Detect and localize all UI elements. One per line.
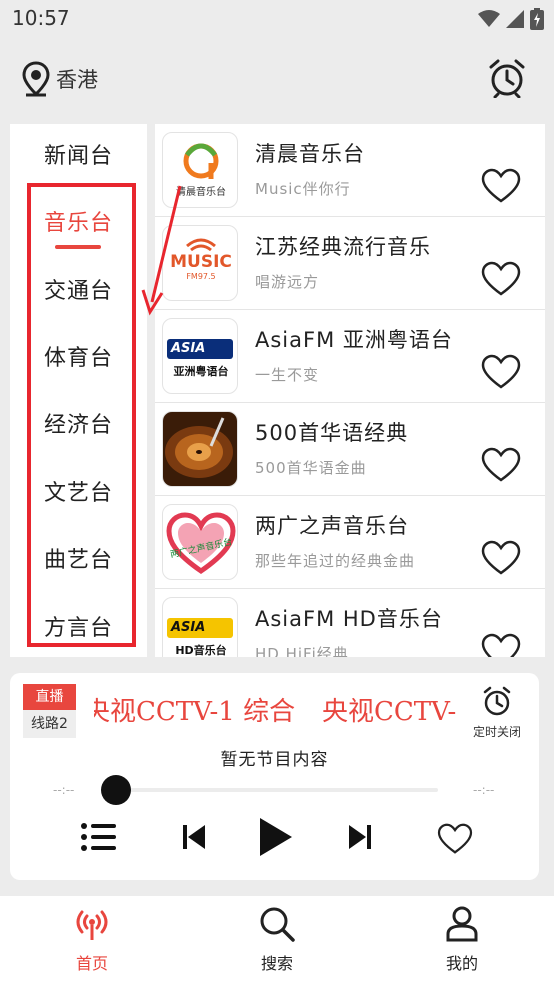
favorite-heart-icon[interactable] xyxy=(481,354,521,390)
radio-broadcast-icon xyxy=(76,910,108,940)
station-list: 清晨音乐台 清晨音乐台 Music伴你行 MUSIC FM97.5 江苏经典流行… xyxy=(155,124,545,657)
progress-knob[interactable] xyxy=(101,775,131,805)
favorite-heart-icon[interactable] xyxy=(481,633,521,657)
annotation-arrow xyxy=(141,185,182,316)
station-name: 清晨音乐台 xyxy=(255,142,365,166)
status-time: 10:57 xyxy=(12,6,70,30)
favorite-heart-icon[interactable] xyxy=(481,540,521,576)
favorite-heart-icon[interactable] xyxy=(437,823,473,855)
search-icon xyxy=(260,907,295,942)
favorite-heart-icon[interactable] xyxy=(481,261,521,297)
location-pin-icon xyxy=(22,61,50,97)
location-selector[interactable]: 香港 xyxy=(22,61,98,97)
status-icons xyxy=(478,8,544,30)
alarm-clock-icon[interactable] xyxy=(488,58,526,98)
next-icon[interactable] xyxy=(346,820,374,854)
station-logo xyxy=(162,411,238,487)
annotation-highlight-box xyxy=(27,183,136,647)
progress-track[interactable] xyxy=(116,788,438,792)
station-logo: 两广之声音乐台 xyxy=(162,504,238,580)
station-row[interactable]: ASIA 亚洲粤语台 AsiaFM 亚洲粤语台 一生不变 xyxy=(155,310,545,403)
station-name: 两广之声音乐台 xyxy=(255,514,409,538)
favorite-heart-icon[interactable] xyxy=(481,168,521,204)
marquee-text: 央视CCTV-1 综合 xyxy=(322,697,456,727)
station-subtitle: 一生不变 xyxy=(255,366,320,384)
signal-icon xyxy=(506,10,524,28)
station-subtitle: 唱游远方 xyxy=(255,273,320,291)
nav-profile-label: 我的 xyxy=(445,954,478,973)
station-name: AsiaFM 亚洲粤语台 xyxy=(255,328,453,352)
bottom-nav: 首页 搜索 我的 xyxy=(0,896,554,984)
nav-home[interactable]: 首页 xyxy=(52,906,132,974)
station-logo-text: ASIA xyxy=(171,341,206,356)
station-subtitle: Music伴你行 xyxy=(255,180,351,198)
station-logo: ASIA 亚洲粤语台 xyxy=(162,318,238,394)
station-row[interactable]: 500首华语经典 500首华语金曲 xyxy=(155,403,545,496)
station-name: AsiaFM HD音乐台 xyxy=(255,607,443,631)
location-label: 香港 xyxy=(56,68,98,92)
station-logo-subtext: 亚洲粤语台 xyxy=(173,365,229,378)
sleep-timer[interactable]: 定时关闭 xyxy=(462,685,532,740)
category-item[interactable]: 新闻台 xyxy=(10,138,147,170)
station-row[interactable]: ASIA HD音乐台 AsiaFM HD音乐台 HD HiFi经典 xyxy=(155,589,545,657)
status-bar: 10:57 xyxy=(0,0,554,40)
previous-icon[interactable] xyxy=(180,820,208,854)
nav-home-label: 首页 xyxy=(75,954,108,973)
header: 香港 xyxy=(0,55,554,105)
line-selector[interactable]: 线路2 xyxy=(23,710,76,738)
battery-icon xyxy=(530,8,544,30)
nav-profile[interactable]: 我的 xyxy=(422,906,502,974)
station-logo: ASIA HD音乐台 xyxy=(162,597,238,657)
station-name: 江苏经典流行音乐 xyxy=(255,235,431,259)
sleep-timer-label: 定时关闭 xyxy=(472,725,521,739)
elapsed-time: --:-- xyxy=(53,783,75,797)
user-icon xyxy=(446,906,478,942)
total-time: --:-- xyxy=(473,783,495,797)
alarm-clock-icon xyxy=(483,686,511,716)
station-name: 500首华语经典 xyxy=(255,421,409,445)
station-logo-text: ASIA xyxy=(171,620,206,635)
category-list: 新闻台 音乐台 交通台 体育台 经济台 文艺台 曲艺台 方言台 xyxy=(10,124,147,657)
program-info: 暂无节目内容 xyxy=(220,750,329,770)
station-subtitle: HD HiFi经典 xyxy=(255,645,349,657)
playlist-icon[interactable] xyxy=(80,820,118,854)
nav-search[interactable]: 搜索 xyxy=(237,906,317,974)
station-subtitle: 500首华语金曲 xyxy=(255,459,367,477)
now-playing-marquee: 央视CCTV-1 综合 央视CCTV-1 综合 xyxy=(94,689,456,729)
player-card: 直播 线路2 央视CCTV-1 综合 央视CCTV-1 综合 定时关闭 暂无节目… xyxy=(10,673,539,880)
station-row[interactable]: 清晨音乐台 清晨音乐台 Music伴你行 xyxy=(155,124,545,217)
station-logo-subtext: HD音乐台 xyxy=(175,644,227,657)
favorite-heart-icon[interactable] xyxy=(481,447,521,483)
wifi-icon xyxy=(478,10,500,27)
live-badge: 直播 xyxy=(23,684,76,710)
nav-search-label: 搜索 xyxy=(260,954,293,973)
station-row[interactable]: MUSIC FM97.5 江苏经典流行音乐 唱游远方 xyxy=(155,217,545,310)
station-subtitle: 那些年追过的经典金曲 xyxy=(255,552,416,570)
station-row[interactable]: 两广之声音乐台 两广之声音乐台 那些年追过的经典金曲 xyxy=(155,496,545,589)
play-icon[interactable] xyxy=(256,815,296,859)
marquee-text: 央视CCTV-1 综合 xyxy=(94,697,296,727)
